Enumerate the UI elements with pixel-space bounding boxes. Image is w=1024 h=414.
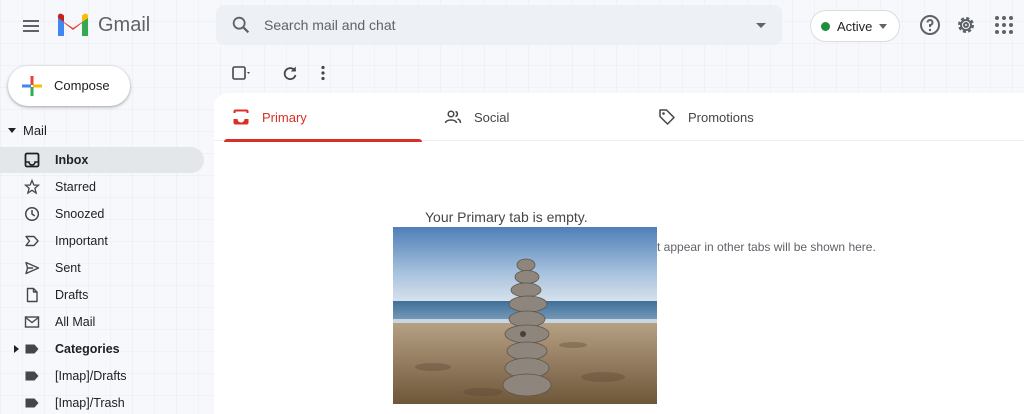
sidebar-item-label: Sent [55, 261, 81, 275]
mail-list-panel: Primary Social Promotions Your Primary t… [214, 93, 1024, 414]
settings-gear-icon[interactable] [954, 13, 978, 37]
stacked-stones-photo [393, 227, 657, 404]
select-checkbox-icon[interactable] [230, 63, 250, 83]
important-icon [25, 235, 39, 247]
sidebar-item-label: Snoozed [55, 207, 105, 221]
sidebar-item-snoozed[interactable]: Snoozed [0, 201, 204, 227]
help-icon[interactable] [918, 13, 942, 37]
tab-social[interactable]: Social [426, 93, 636, 141]
inbox-tab-icon [233, 109, 249, 125]
sidebar-item-imap-trash[interactable]: [Imap]/Trash [0, 390, 204, 414]
label-icon [25, 371, 39, 381]
send-icon [25, 261, 40, 275]
category-tabs: Primary Social Promotions [214, 93, 1024, 142]
compose-label: Compose [54, 78, 110, 93]
collapse-caret-icon[interactable] [8, 128, 16, 133]
tab-label: Promotions [688, 110, 754, 125]
sidebar-item-sent[interactable]: Sent [0, 255, 204, 281]
sidebar-item-drafts[interactable]: Drafts [0, 282, 204, 308]
sidebar-item-categories[interactable]: Categories [0, 336, 204, 362]
chevron-down-icon [879, 24, 887, 29]
tab-primary[interactable]: Primary [214, 93, 424, 142]
sidebar-item-label: Important [55, 234, 108, 248]
inbox-icon [24, 152, 40, 168]
top-header: Gmail Active [0, 0, 1024, 52]
label-icon [25, 344, 39, 354]
active-tab-indicator [224, 139, 422, 142]
sidebar-item-label: Drafts [55, 288, 89, 302]
star-icon [24, 179, 40, 195]
status-label: Active [837, 19, 873, 34]
plus-icon [22, 76, 42, 96]
sidebar-item-label: [Imap]/Drafts [55, 369, 127, 383]
sidebar-item-label: Starred [55, 180, 96, 194]
mail-section-header[interactable]: Mail [0, 120, 210, 140]
sidebar-item-important[interactable]: Important [0, 228, 204, 254]
search-icon[interactable] [230, 14, 252, 36]
sidebar-item-starred[interactable]: Starred [0, 174, 204, 200]
draft-icon [26, 287, 38, 303]
apps-grid-icon[interactable] [992, 13, 1016, 37]
sidebar-item-inbox[interactable]: Inbox [0, 147, 204, 173]
status-toggle[interactable]: Active [810, 10, 900, 42]
tab-label: Primary [262, 110, 307, 125]
sidebar-item-imap-drafts[interactable]: [Imap]/Drafts [0, 363, 204, 389]
search-options-caret-icon[interactable] [756, 23, 766, 28]
sidebar-item-label: All Mail [55, 315, 96, 329]
refresh-icon[interactable] [280, 63, 300, 83]
expand-caret-icon[interactable] [14, 345, 19, 353]
compose-button[interactable]: Compose [8, 66, 130, 106]
search-input[interactable] [264, 5, 734, 45]
hamburger-menu-icon[interactable] [18, 12, 46, 40]
empty-state-title: Your Primary tab is empty. [425, 209, 588, 225]
empty-state-subtitle-text: t appear in other tabs will be shown her… [657, 240, 876, 254]
brand-name: Gmail [98, 14, 151, 36]
tab-label: Social [474, 110, 510, 125]
people-icon [444, 110, 462, 124]
status-dot-icon [821, 22, 830, 31]
sidebar-item-label: [Imap]/Trash [55, 396, 125, 410]
mail-icon [24, 316, 40, 328]
label-icon [25, 398, 39, 408]
sidebar-item-all-mail[interactable]: All Mail [0, 309, 204, 335]
more-vert-icon[interactable] [313, 63, 333, 83]
gmail-logo-icon[interactable] [56, 12, 90, 38]
tag-icon [659, 109, 675, 125]
search-bar[interactable] [216, 5, 782, 45]
sidebar-item-label: Categories [55, 342, 120, 356]
mail-section-label: Mail [23, 123, 47, 138]
tab-promotions[interactable]: Promotions [640, 93, 850, 141]
gmail-app: Gmail Active [0, 0, 1024, 414]
sidebar-item-label: Inbox [55, 153, 89, 167]
clock-icon [24, 206, 40, 222]
